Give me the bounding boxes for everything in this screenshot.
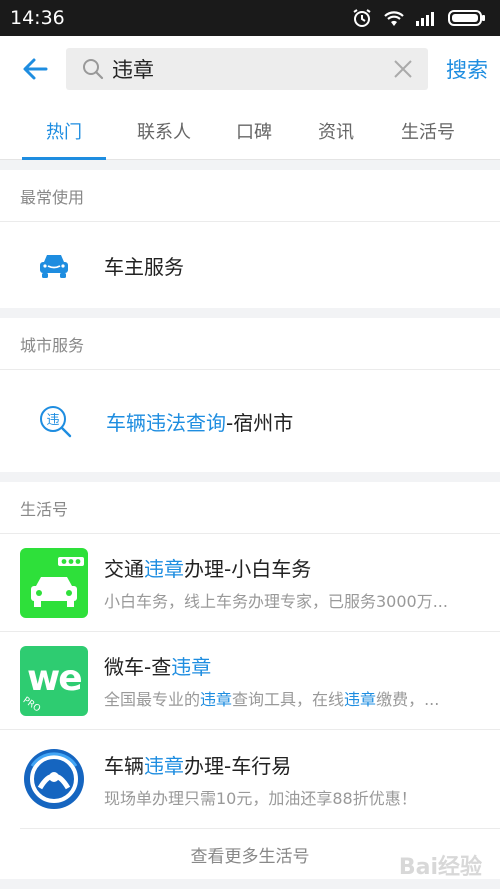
xiaobai-logo-icon — [20, 547, 88, 618]
life-item-text: 车辆违章办理-车行易 现场单办理只需10元，加油还享88折优惠！ — [104, 750, 500, 809]
desc-part: 查询工具，在线 — [232, 690, 345, 709]
frequent-section: 最常使用 车主服务 — [0, 170, 500, 308]
title-highlight: 违章 — [171, 655, 212, 679]
car-icon — [40, 255, 68, 278]
vehicle-violation-item[interactable]: 违 车辆违法查询-宿州市 — [0, 370, 500, 472]
clear-button[interactable] — [390, 56, 416, 82]
tab-hot[interactable]: 热门 — [22, 102, 106, 160]
car-owner-service-item[interactable]: 车主服务 — [0, 222, 500, 308]
section-title-life: 生活号 — [0, 482, 500, 534]
title-part: 车辆 — [104, 753, 144, 778]
desc-part: 全国最专业的 — [104, 690, 201, 709]
tab-contacts[interactable]: 联系人 — [114, 102, 214, 160]
close-icon — [394, 60, 412, 78]
life-item-wecar[interactable]: we PRO 微车-查违章 全国最专业的违章查询工具，在线违章缴费，... — [0, 632, 500, 730]
search-button[interactable]: 搜索 — [446, 54, 488, 84]
life-item-desc: 全国最专业的违章查询工具，在线违章缴费，... — [104, 686, 480, 710]
arrow-left-icon — [23, 58, 48, 80]
battery-icon — [448, 10, 485, 26]
vehicle-violation-highlight: 车辆违法查询 — [106, 410, 226, 435]
tab-news[interactable]: 资讯 — [306, 102, 366, 160]
title-part: 办理-小白车务 — [184, 557, 312, 581]
life-item-title: 交通违章办理-小白车务 — [104, 553, 480, 582]
section-title-city: 城市服务 — [0, 318, 500, 370]
section-title-frequent: 最常使用 — [0, 170, 500, 222]
life-item-text: 微车-查违章 全国最专业的违章查询工具，在线违章缴费，... — [104, 651, 500, 710]
title-part: 交通 — [104, 557, 144, 581]
life-section: 生活号 交通违章办理-小白车务 小白车务，线上车务办理专家，已服务3000万..… — [0, 482, 500, 879]
wifi-icon — [384, 11, 404, 26]
car-owner-service-label: 车主服务 — [104, 254, 184, 279]
tab-life[interactable]: 生活号 — [388, 102, 468, 160]
tab-bar: 热门 联系人 口碑 资讯 生活号 — [0, 102, 500, 160]
title-highlight: 违章 — [144, 753, 184, 778]
life-item-title: 车辆违章办理-车行易 — [104, 750, 480, 779]
title-part: 办理-车行易 — [184, 753, 292, 778]
title-highlight: 违章 — [144, 557, 184, 581]
life-item-xiaobai[interactable]: 交通违章办理-小白车务 小白车务，线上车务办理专家，已服务3000万... — [0, 534, 500, 632]
desc-highlight: 违章 — [200, 690, 233, 709]
wecar-logo-icon: we PRO — [20, 645, 88, 716]
violation-search-icon: 违 — [40, 406, 72, 438]
status-icons — [352, 8, 486, 28]
alarm-icon — [353, 9, 371, 27]
life-item-desc: 现场单办理只需10元，加油还享88折优惠！ — [104, 788, 417, 808]
title-part: 微车-查 — [104, 655, 172, 679]
search-icon — [83, 59, 104, 80]
signal-icon — [416, 12, 434, 26]
life-item-chexingyi[interactable]: 车辆违章办理-车行易 现场单办理只需10元，加油还享88折优惠！ — [0, 730, 500, 828]
svg-text:违: 违 — [46, 413, 59, 428]
search-header: 搜索 — [0, 36, 500, 102]
life-item-title: 微车-查违章 — [104, 651, 480, 680]
desc-highlight: 违章 — [344, 690, 377, 709]
desc-part: 缴费，... — [376, 690, 440, 709]
life-item-desc: 小白车务，线上车务办理专家，已服务3000万... — [104, 592, 448, 611]
search-input[interactable] — [112, 57, 390, 81]
back-button[interactable] — [20, 54, 50, 84]
status-time: 14:36 — [10, 7, 65, 29]
tab-koubei[interactable]: 口碑 — [224, 102, 284, 160]
life-item-text: 交通违章办理-小白车务 小白车务，线上车务办理专家，已服务3000万... — [104, 553, 500, 612]
vehicle-violation-label: 车辆违法查询-宿州市 — [106, 407, 293, 436]
vehicle-violation-city: -宿州市 — [226, 410, 294, 435]
search-box[interactable] — [66, 48, 428, 90]
wecar-logo-text: we — [27, 657, 83, 699]
watermark: Bai经验 — [398, 855, 482, 880]
chexingyi-logo-icon — [20, 744, 88, 814]
status-bar: 14:36 — [0, 0, 500, 36]
city-section: 城市服务 违 车辆违法查询-宿州市 — [0, 318, 500, 472]
